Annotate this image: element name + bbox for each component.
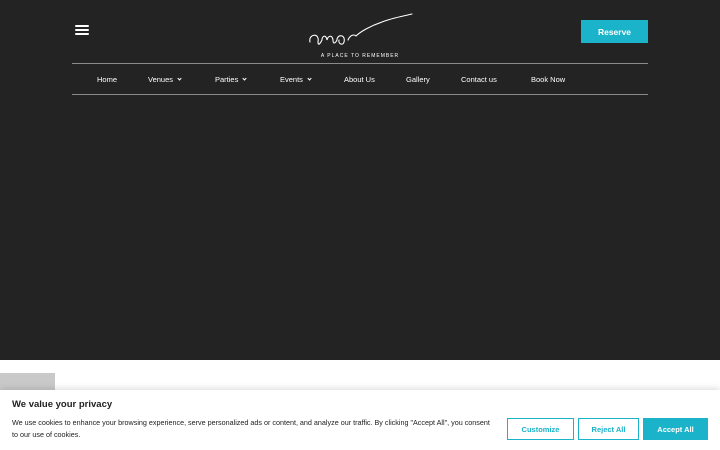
hamburger-line	[75, 25, 89, 27]
hamburger-line	[75, 33, 89, 35]
nav-item-parties[interactable]: Parties	[215, 64, 247, 94]
nav-divider-bottom	[72, 94, 648, 95]
hamburger-menu-icon[interactable]	[75, 24, 89, 36]
cookie-banner-title: We value your privacy	[12, 399, 113, 410]
nav-item-contact-us[interactable]: Contact us	[461, 64, 497, 94]
customize-button[interactable]: Customize	[507, 418, 574, 440]
reserve-button[interactable]: Reserve	[581, 20, 648, 43]
nav-item-label: Venues	[148, 74, 174, 84]
nav-item-label: Gallery	[406, 74, 430, 84]
chevron-down-icon	[307, 75, 312, 81]
cookie-banner-text: We use cookies to enhance your browsing …	[12, 418, 490, 439]
amor-script-logo-icon	[309, 13, 413, 45]
nav-item-label: Contact us	[461, 74, 497, 84]
chevron-down-icon	[242, 75, 247, 81]
nav-item-label: About Us	[344, 74, 375, 84]
reject-all-button[interactable]: Reject All	[578, 418, 639, 440]
nav-item-events[interactable]: Events	[280, 64, 312, 94]
nav-item-gallery[interactable]: Gallery	[406, 64, 430, 94]
nav-item-home[interactable]: Home	[97, 64, 117, 94]
nav-item-label: Book Now	[531, 74, 566, 84]
site-logo[interactable]: A PLACE TO REMEMBER	[300, 10, 420, 59]
main-navigation: Home Venues Parties Events About Us Gall…	[72, 64, 648, 94]
nav-item-about-us[interactable]: About Us	[344, 64, 375, 94]
nav-item-book-now[interactable]: Book Now	[531, 64, 565, 94]
nav-item-label: Events	[280, 74, 303, 84]
logo-tagline: A PLACE TO REMEMBER	[320, 53, 400, 59]
accept-all-button[interactable]: Accept All	[643, 418, 708, 440]
chevron-down-icon	[177, 75, 182, 81]
hamburger-line	[75, 29, 89, 31]
nav-item-venues[interactable]: Venues	[148, 64, 182, 94]
nav-item-label: Home	[97, 74, 118, 84]
cookie-consent-banner: We value your privacy We use cookies to …	[0, 390, 720, 450]
hero-section: A PLACE TO REMEMBER Reserve Home Venues …	[0, 0, 720, 360]
nav-item-label: Parties	[215, 74, 239, 84]
